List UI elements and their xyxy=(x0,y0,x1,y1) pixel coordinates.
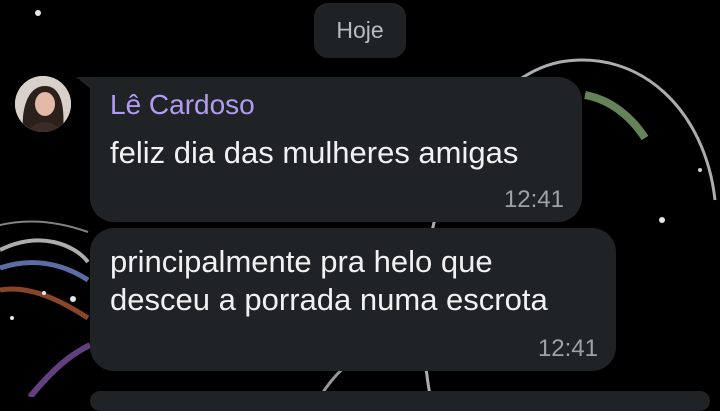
message-line: principalmente pra helo que xyxy=(110,244,493,279)
message-text: feliz dia das mulheres amigas xyxy=(110,134,518,172)
date-separator: Hoje xyxy=(314,3,406,58)
date-separator-label: Hoje xyxy=(336,17,384,43)
message-bubble[interactable]: principalmente pra helo que desceu a por… xyxy=(90,228,616,371)
user-avatar-icon xyxy=(15,76,71,132)
sender-avatar[interactable] xyxy=(15,76,71,132)
sender-name[interactable]: Lê Cardoso xyxy=(110,89,255,121)
message-line: feliz dia das mulheres amigas xyxy=(110,135,519,170)
message-time: 12:41 xyxy=(503,186,564,213)
message-bubble-partial[interactable] xyxy=(90,391,710,411)
message-time: 12:41 xyxy=(537,335,598,362)
message-line: desceu a porrada numa escrota xyxy=(110,282,548,317)
message-text: principalmente pra helo que desceu a por… xyxy=(110,243,548,319)
message-bubble[interactable]: Lê Cardoso feliz dia das mulheres amigas… xyxy=(90,77,582,222)
